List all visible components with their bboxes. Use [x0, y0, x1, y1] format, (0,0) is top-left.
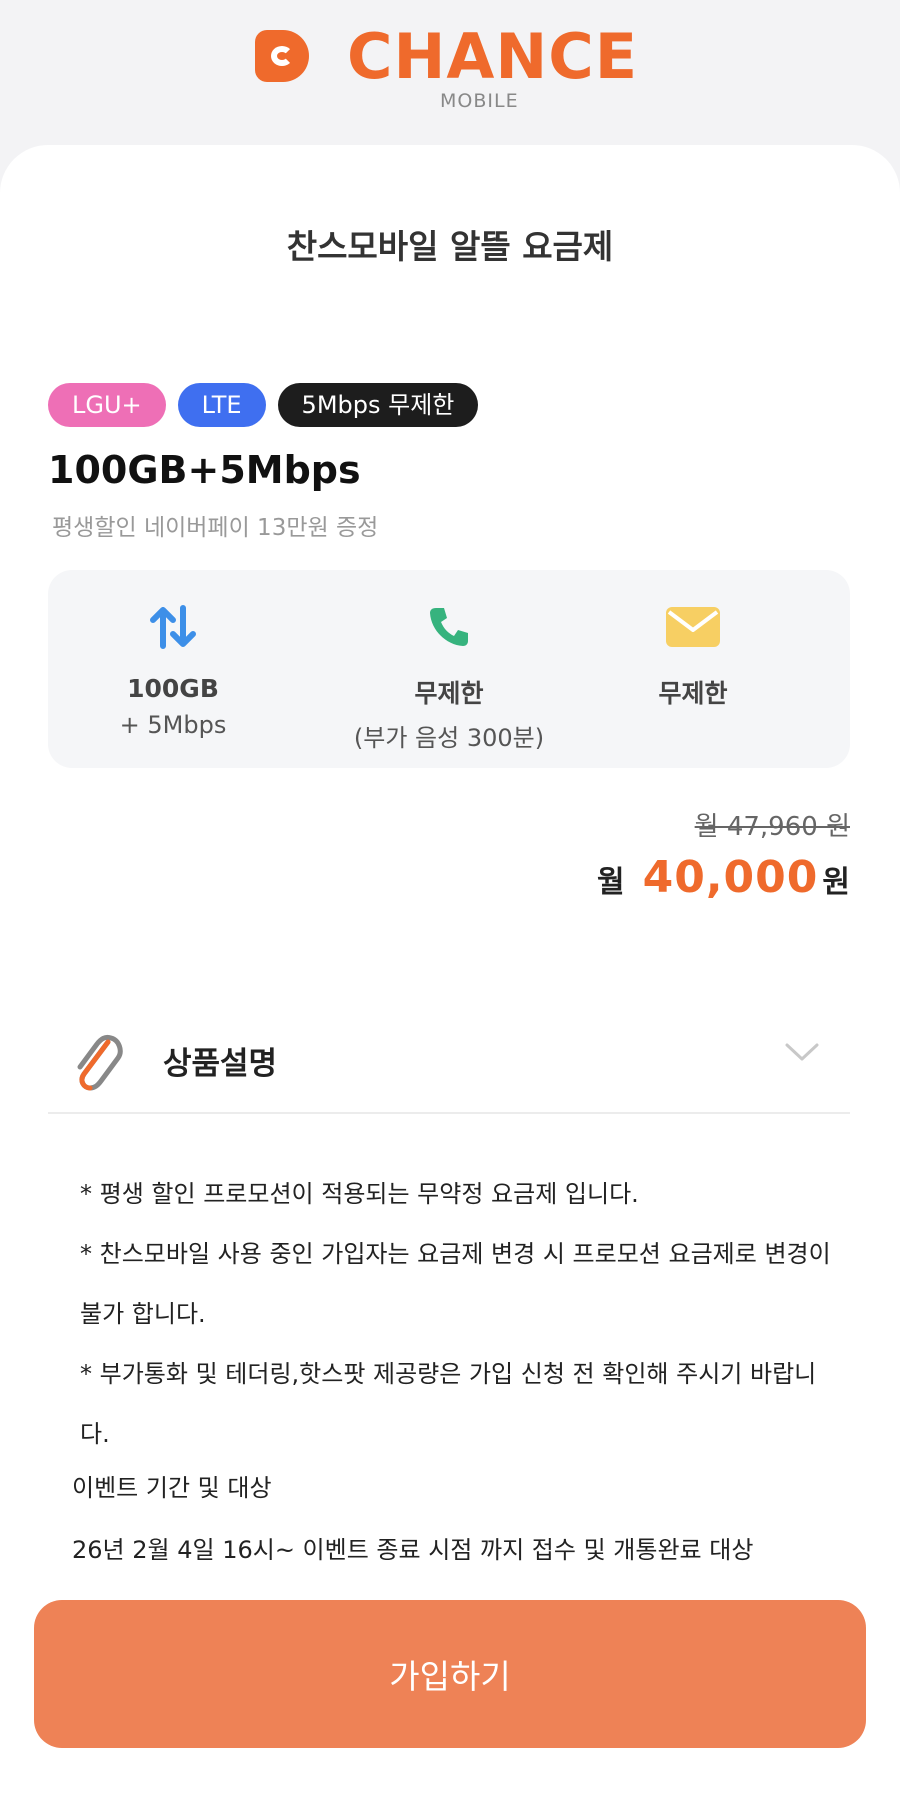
paperclip-icon [68, 1028, 124, 1098]
price-value: 40,000 [642, 852, 819, 903]
note-item: * 찬스모바일 사용 중인 가입자는 요금제 변경 시 프로모션 요금제로 변경… [80, 1240, 831, 1328]
spec-voice-main: 무제한 [414, 679, 484, 708]
original-price: 월 47,960 원 [694, 812, 850, 842]
tag-network: LTE [177, 383, 266, 427]
price-row: 월 40,000 원 [597, 852, 850, 903]
page-title: 찬스모바일 알뜰 요금제 [286, 227, 614, 266]
note-item: * 평생 할인 프로모션이 적용되는 무약정 요금제 입니다. [80, 1180, 639, 1208]
note-item: * 부가통화 및 테더링,핫스팟 제공량은 가입 신청 전 확인해 주시기 바랍… [80, 1360, 817, 1448]
brand-sub: MOBILE [440, 90, 519, 112]
spec-data: 100GB + 5Mbps [43, 600, 303, 739]
tag-speed: 5Mbps 무제한 [277, 383, 479, 427]
spec-voice: 무제한 (부가 음성 300분) [319, 600, 579, 753]
mail-icon [563, 600, 823, 654]
event-text: 26년 2월 4일 16시~ 이벤트 종료 시점 까지 접수 및 개통완료 대상 [72, 1536, 754, 1564]
description-title: 상품설명 [163, 1046, 278, 1082]
description-notes: * 평생 할인 프로모션이 적용되는 무약정 요금제 입니다. * 찬스모바일 … [72, 1164, 842, 1464]
brand-logo-mark-icon [255, 30, 309, 82]
plan-description: 평생할인 네이버페이 13만원 증정 [52, 515, 379, 541]
description-toggle[interactable]: 상품설명 [48, 1020, 850, 1114]
event-title: 이벤트 기간 및 대상 [72, 1474, 272, 1502]
plan-tags: LGU+ LTE 5Mbps 무제한 [48, 383, 479, 427]
spec-sms: 무제한 [563, 600, 823, 710]
data-transfer-icon [43, 600, 303, 654]
spec-sms-main: 무제한 [658, 679, 728, 708]
spec-box: 100GB + 5Mbps 무제한 (부가 음성 300분) 무제한 [48, 570, 850, 768]
spec-data-main: 100GB [127, 674, 219, 703]
plan-name: 100GB+5Mbps [48, 448, 361, 492]
brand-logo[interactable]: CHANCE MOBILE [255, 22, 645, 112]
join-button[interactable]: 가입하기 [34, 1600, 866, 1748]
price-month-label: 월 [596, 865, 625, 900]
price-currency: 원 [822, 865, 850, 900]
chevron-down-icon[interactable] [784, 1040, 820, 1068]
spec-voice-sub: (부가 음성 300분) [353, 724, 545, 752]
brand-name: CHANCE [347, 20, 639, 93]
phone-icon [319, 600, 579, 654]
header: CHANCE MOBILE [0, 0, 900, 145]
spec-data-sub: + 5Mbps [119, 711, 227, 739]
tag-carrier: LGU+ [48, 383, 166, 427]
